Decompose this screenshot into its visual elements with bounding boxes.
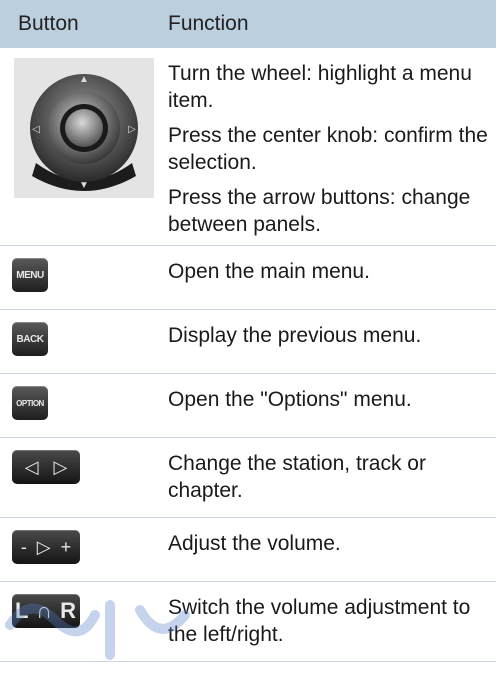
- table-row: MENU Open the main menu.: [0, 246, 496, 310]
- button-cell: - ▷ +: [0, 518, 168, 581]
- row-function: Display the previous menu.: [168, 324, 422, 347]
- button-cell: BACK: [0, 310, 168, 373]
- svg-text:▷: ▷: [128, 124, 136, 135]
- button-cell: ▲ ▼ ◁ ▷: [0, 48, 168, 245]
- svg-text:▼: ▼: [79, 180, 89, 191]
- button-cell: ◁ ▷: [0, 438, 168, 517]
- balance-lr-icon: L ∩ R: [12, 594, 80, 628]
- row-function: Open the main menu.: [168, 260, 370, 283]
- header-function: Function: [168, 12, 249, 35]
- table-row: BACK Display the previous menu.: [0, 310, 496, 374]
- row-function: Change the station, track or chapter.: [168, 452, 426, 502]
- menu-button-icon: MENU: [12, 258, 48, 292]
- table-row: ◁ ▷ Change the station, track or chapter…: [0, 438, 496, 518]
- table-header: Button Function: [0, 0, 496, 48]
- row-function: Switch the volume adjustment to the left…: [168, 596, 471, 646]
- svg-text:▲: ▲: [79, 74, 89, 85]
- table-row-controller: ▲ ▼ ◁ ▷ Turn the wheel: highlight a menu…: [0, 48, 496, 246]
- svg-text:◁: ◁: [32, 124, 40, 135]
- controller-line-1: Turn the wheel: highlight a menu item.: [168, 62, 472, 112]
- back-button-icon: BACK: [12, 322, 48, 356]
- button-cell: OPTION: [0, 374, 168, 437]
- track-arrows-icon: ◁ ▷: [12, 450, 80, 484]
- option-button-icon: OPTION: [12, 386, 48, 420]
- controller-line-3: Press the arrow buttons: change between …: [168, 186, 471, 236]
- volume-rocker-icon: - ▷ +: [12, 530, 80, 564]
- button-cell: MENU: [0, 246, 168, 309]
- function-cell: Turn the wheel: highlight a menu item. P…: [168, 48, 496, 245]
- table-row: L ∩ R Switch the volume adjustment to th…: [0, 582, 496, 662]
- button-cell: L ∩ R: [0, 582, 168, 661]
- header-button: Button: [18, 12, 79, 35]
- table-row: OPTION Open the "Options" menu.: [0, 374, 496, 438]
- table-row: - ▷ + Adjust the volume.: [0, 518, 496, 582]
- controller-line-2: Press the center knob: confirm the selec…: [168, 124, 488, 174]
- row-function: Open the "Options" menu.: [168, 388, 412, 411]
- idrive-controller-icon: ▲ ▼ ◁ ▷: [14, 58, 154, 198]
- button-function-table: Button Function ▲ ▼ ◁ ▷ Turn the wheel: …: [0, 0, 496, 662]
- row-function: Adjust the volume.: [168, 532, 341, 555]
